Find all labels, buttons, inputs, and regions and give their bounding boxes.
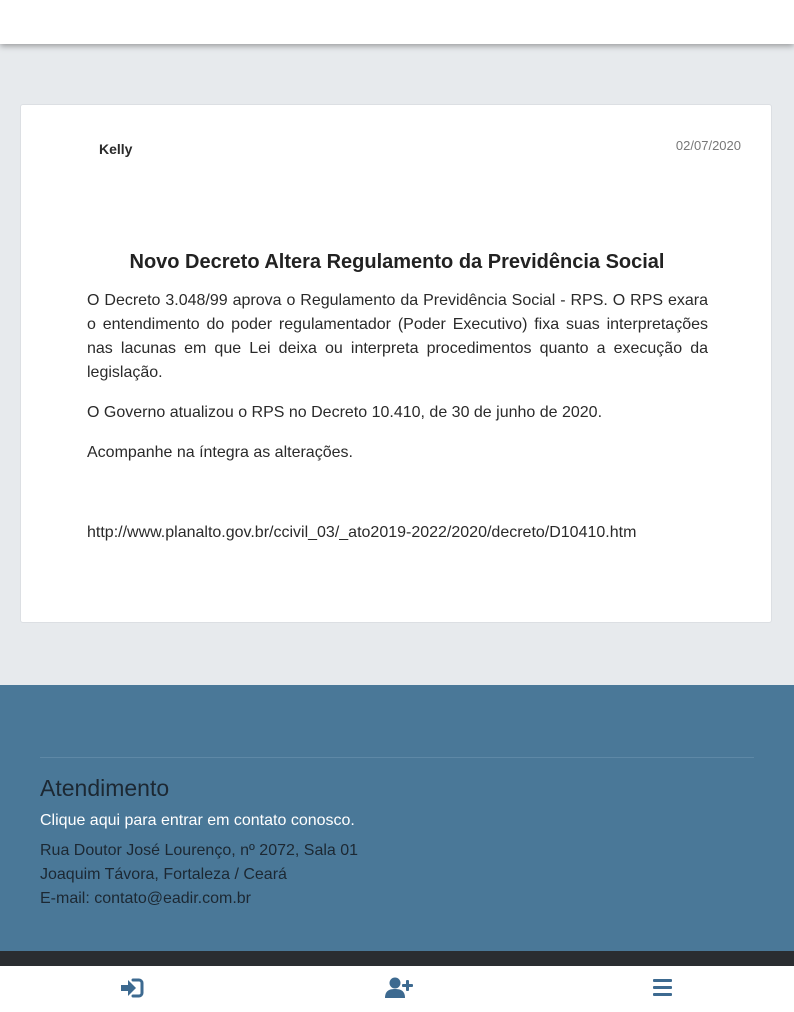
contact-link[interactable]: Clique aqui para entrar em contato conos… <box>40 812 355 830</box>
post-card: Kelly 02/07/2020 Novo Decreto Altera Reg… <box>20 104 772 623</box>
login-button[interactable] <box>119 976 147 1002</box>
footer-heading: Atendimento <box>40 775 170 801</box>
menu-icon <box>652 976 680 998</box>
post-title: Novo Decreto Altera Regulamento da Previ… <box>129 251 665 273</box>
post-paragraph: O Governo atualizou o RPS no Decreto 10.… <box>87 404 603 421</box>
footer-bottom-strip <box>0 951 794 966</box>
post-paragraph: Acompanhe na íntegra as alterações. <box>87 444 353 461</box>
top-bar <box>0 0 794 44</box>
post-author: Kelly <box>99 141 133 157</box>
footer-divider <box>40 757 754 758</box>
footer: Atendimento Clique aqui para entrar em c… <box>0 685 794 951</box>
post-body: O Decreto 3.048/99 aprova o Regulamento … <box>87 289 708 561</box>
sign-in-icon <box>119 976 147 1000</box>
email-line: E-mail: contato@eadir.com.br <box>40 890 251 907</box>
post-date: 02/07/2020 <box>675 138 741 153</box>
bottom-nav <box>0 966 794 1012</box>
post-link[interactable]: http://www.planalto.gov.br/ccivil_03/_at… <box>87 521 708 545</box>
footer-address: Rua Doutor José Lourenço, nº 2072, Sala … <box>40 839 358 911</box>
menu-button[interactable] <box>652 976 680 1002</box>
register-button[interactable] <box>385 976 413 1002</box>
address-line: Rua Doutor José Lourenço, nº 2072, Sala … <box>40 842 359 859</box>
user-plus-icon <box>385 976 413 1000</box>
address-line: Joaquim Távora, Fortaleza / Ceará <box>40 866 287 883</box>
post-paragraph: O Decreto 3.048/99 aprova o Regulamento … <box>87 292 708 381</box>
